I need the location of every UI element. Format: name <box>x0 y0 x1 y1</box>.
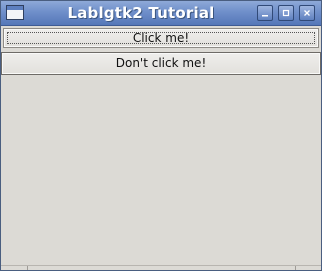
window-title: Lablgtk2 Tutorial <box>67 4 215 22</box>
maximize-button[interactable] <box>278 5 294 21</box>
title-bar[interactable]: Lablgtk2 Tutorial <box>1 1 321 26</box>
click-me-label: Click me! <box>132 31 190 45</box>
window-content: Click me! Don't click me! <box>1 26 321 270</box>
bottom-grip-left[interactable] <box>27 266 28 270</box>
bottom-grip-right[interactable] <box>295 266 296 270</box>
dont-click-me-label: Don't click me! <box>115 56 207 70</box>
click-me-button[interactable]: Click me! <box>3 28 319 48</box>
minimize-icon <box>262 15 268 17</box>
maximize-icon <box>282 9 290 17</box>
application-window: Lablgtk2 Tutorial Click me! Don't click … <box>0 0 322 271</box>
dont-click-me-button[interactable]: Don't click me! <box>1 52 321 75</box>
window-app-icon[interactable] <box>6 5 24 20</box>
close-icon <box>304 10 310 16</box>
minimize-button[interactable] <box>257 5 273 21</box>
close-button[interactable] <box>299 5 315 21</box>
window-bottom-edge <box>1 265 321 270</box>
